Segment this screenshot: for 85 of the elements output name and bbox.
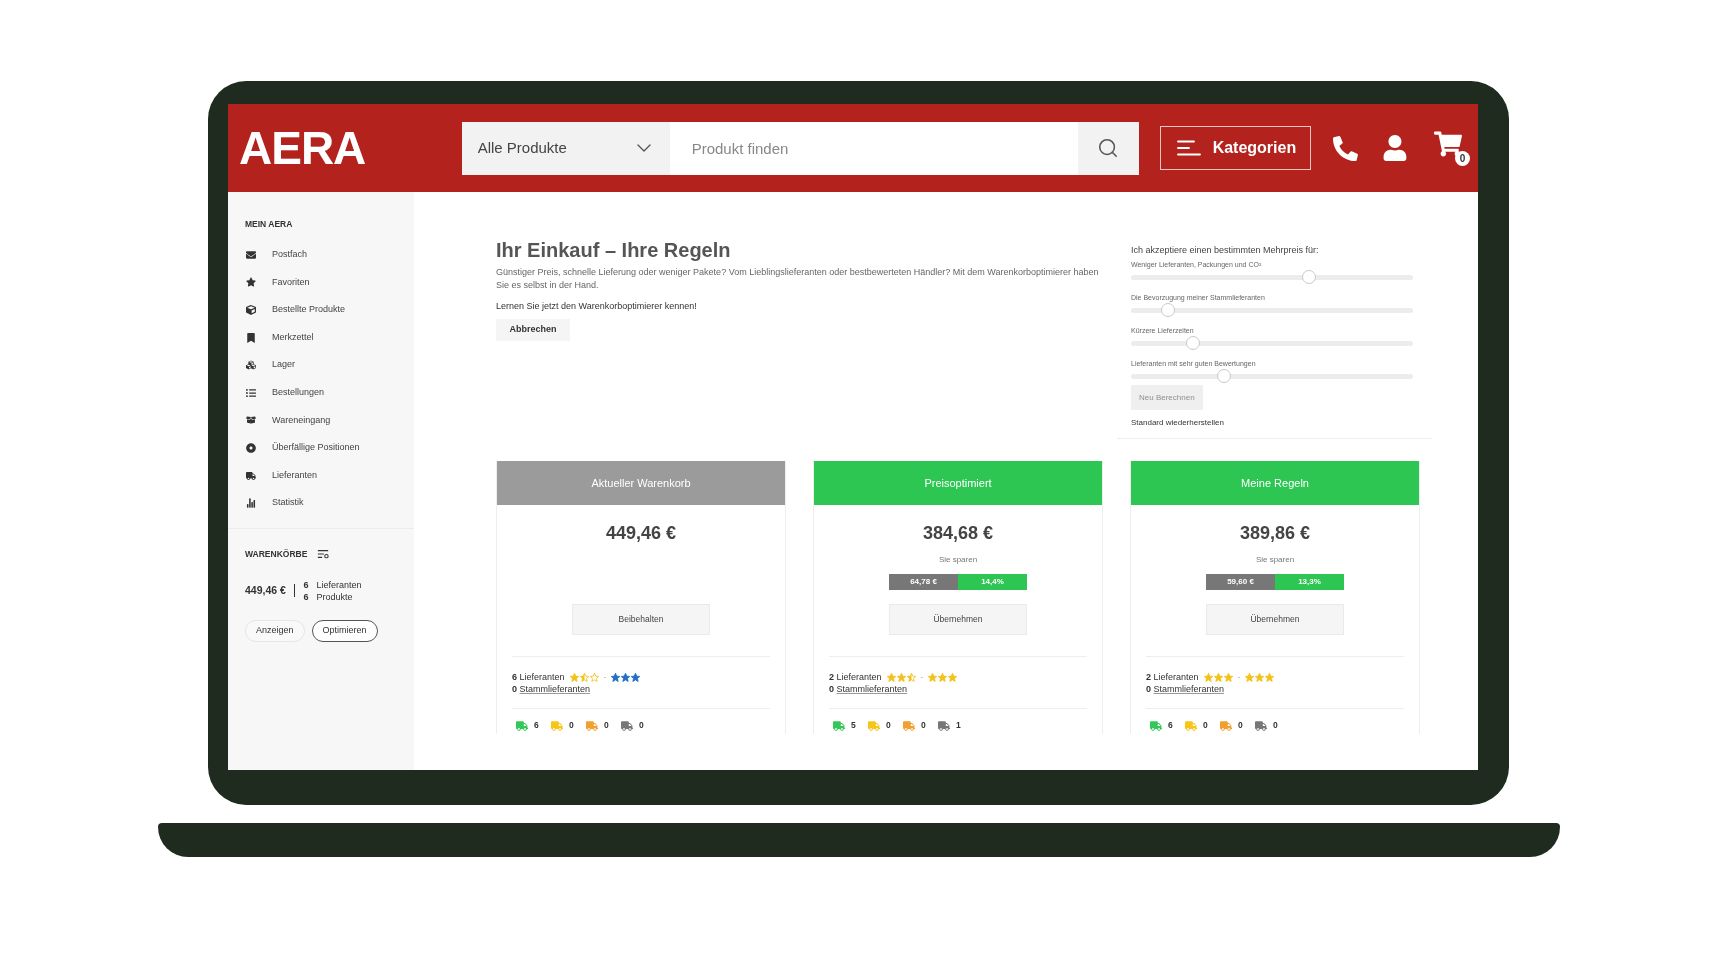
list-icon <box>246 387 256 398</box>
supplier-count: 6 Lieferanten <box>512 671 565 683</box>
bookmark-icon <box>246 332 256 343</box>
supplier-count: 2 Lieferanten <box>1146 671 1199 683</box>
savings-percent: 14,4% <box>958 574 1027 590</box>
supplier-count: 6 Lieferanten <box>303 578 362 591</box>
sidebar-item[interactable]: Bestellte Produkte <box>245 296 397 324</box>
basket-price: 449,46 € <box>605 522 677 544</box>
rating-separator: - <box>1237 671 1241 683</box>
savings-amount: 59,60 € <box>1206 574 1275 590</box>
regular-supplier-count: 0 Stammlieferanten <box>1146 683 1225 695</box>
savings-percent: 13,3% <box>1275 574 1344 590</box>
delivery-count: 0 <box>1273 719 1278 732</box>
categories-button[interactable]: Kategorien <box>1159 126 1312 170</box>
search-field[interactable]: Produkt finden <box>669 121 1078 175</box>
savings-label: Sie sparen <box>1255 555 1295 565</box>
delivery-count: 6 <box>1168 719 1173 732</box>
slider-thumb[interactable] <box>1186 335 1201 350</box>
regular-supplier-count: 0 Stammlieferanten <box>512 683 591 695</box>
slider-thumb[interactable] <box>1217 368 1232 383</box>
section-heading: WARENKÖRBE <box>245 547 308 561</box>
ring-icon <box>246 442 256 453</box>
star-icon <box>589 672 599 682</box>
truck-icon <box>246 470 256 481</box>
sidebar-item[interactable]: Postfach <box>245 241 397 269</box>
phone-icon[interactable] <box>1333 135 1359 161</box>
basket-price: 389,86 € <box>1239 522 1311 544</box>
scope-dropdown[interactable]: Alle Produkte <box>461 121 670 175</box>
basket-choice-button[interactable]: Übernehmen <box>1206 604 1344 635</box>
sidebar-item[interactable]: Wareneingang <box>245 406 397 435</box>
delivery-count: 5 <box>851 719 856 732</box>
cube-icon <box>246 305 256 315</box>
delivery-count: 1 <box>956 719 961 732</box>
menu-icon <box>1176 140 1201 156</box>
basket-card-header: Meine Regeln <box>1131 461 1419 505</box>
filter-settings-icon[interactable] <box>317 548 330 559</box>
sidebar-item[interactable]: Lager <box>245 351 397 379</box>
sidebar-item[interactable]: Statistik <box>245 489 397 517</box>
envelope-icon <box>246 249 256 260</box>
rating-separator: - <box>603 671 607 683</box>
sidebar-item[interactable]: Bestellungen <box>245 378 397 407</box>
basket-card-header: Aktueller Warenkorb <box>497 461 785 505</box>
cart-badge: 0 <box>1455 151 1470 166</box>
sidebar-item[interactable]: Merkzettel <box>245 323 397 352</box>
sidebar-item[interactable]: Überfällige Positionen <box>245 434 397 462</box>
basket-price: 384,68 € <box>922 522 994 544</box>
user-icon[interactable] <box>1382 135 1409 161</box>
reset-link[interactable]: Standard wiederherstellen <box>1131 418 1413 428</box>
cubes-icon <box>246 360 256 371</box>
cancel-button[interactable]: Abbrechen <box>496 319 570 341</box>
regular-supplier-count: 0 Stammlieferanten <box>829 683 908 695</box>
search-button[interactable] <box>1077 121 1139 175</box>
logo[interactable]: AERA <box>239 125 369 171</box>
slider-thumb[interactable] <box>1301 269 1316 284</box>
delivery-count: 0 <box>886 719 891 732</box>
basket-choice-button[interactable]: Übernehmen <box>889 604 1027 635</box>
basket-card-header: Preisoptimiert <box>814 461 1102 505</box>
delivery-count: 6 <box>534 719 539 732</box>
basket-total: 449,46 € <box>245 583 286 599</box>
basket-action-button[interactable]: Optimieren <box>311 619 378 642</box>
delivery-count: 0 <box>569 719 574 732</box>
rating-separator: - <box>920 671 924 683</box>
slider-thumb[interactable] <box>1160 302 1175 317</box>
sidebar-item[interactable]: Lieferanten <box>245 461 397 490</box>
open-box-icon <box>246 415 256 426</box>
delivery-count: 0 <box>1238 719 1243 732</box>
page-title: Ihr Einkauf – Ihre Regeln <box>496 238 732 262</box>
supplier-count: 2 Lieferanten <box>829 671 882 683</box>
delivery-count: 0 <box>639 719 644 732</box>
section-heading: MEIN AERA <box>245 218 294 231</box>
savings-amount: 64,78 € <box>889 574 958 590</box>
search-icon <box>1097 137 1120 159</box>
delivery-count: 0 <box>1203 719 1208 732</box>
basket-choice-button[interactable]: Beibehalten <box>572 604 710 635</box>
delivery-count: 0 <box>604 719 609 732</box>
star-icon <box>246 277 256 288</box>
preferences-heading: Ich akzeptiere einen bestimmten Mehrpreis für: <box>1131 244 1320 256</box>
basket-action-button[interactable]: Anzeigen <box>245 619 305 642</box>
product-count: 6 Produkte <box>303 590 354 603</box>
savings-label: Sie sparen <box>938 555 978 565</box>
bar-chart-icon <box>246 498 256 509</box>
sidebar-item[interactable]: Favoriten <box>245 268 397 297</box>
intro-prompt: Lernen Sie jetzt den Warenkorboptimierer kennen! <box>496 300 698 313</box>
intro-text: Günstiger Preis, schnelle Lieferung oder weniger Pakete? Vom Lieblingslieferanten oder bestbewerteten Händler? Mit dem Warenkorboptimierer haben Sie es selbst in der Hand. <box>496 266 1100 292</box>
delivery-count: 0 <box>921 719 926 732</box>
